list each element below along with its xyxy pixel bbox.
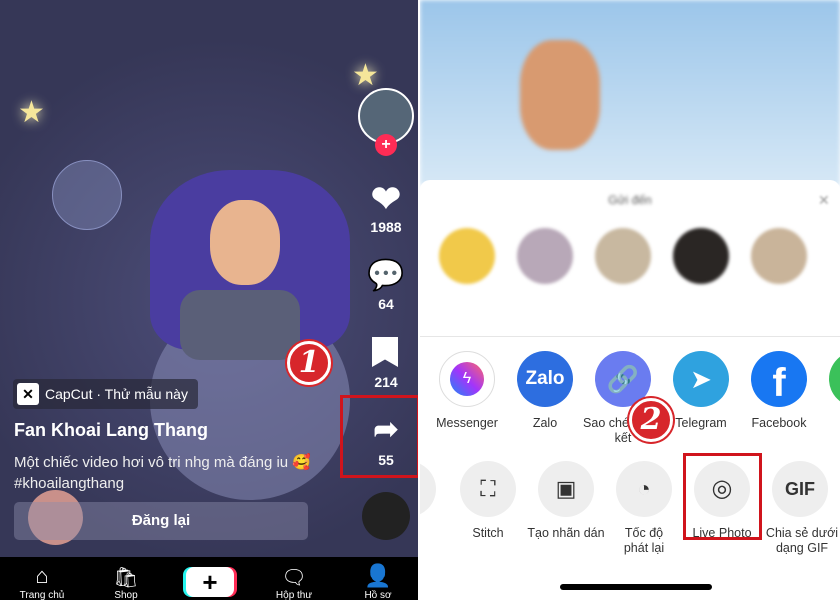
contact-avatar[interactable] — [595, 228, 651, 284]
planet-decoration — [52, 160, 122, 230]
sticker-icon[interactable]: ▣ — [538, 461, 594, 517]
comment-count: 64 — [378, 296, 394, 312]
close-icon[interactable]: ✕ — [818, 192, 830, 209]
nav-shop[interactable]: Shop — [84, 590, 168, 600]
nav-profile[interactable]: Hồ sơ — [336, 590, 418, 600]
save-count: 214 — [374, 374, 398, 390]
music-disc[interactable] — [362, 492, 410, 540]
video-subject — [520, 40, 600, 150]
author-name[interactable]: Fan Khoai Lang Thang — [14, 420, 208, 441]
video-background — [420, 0, 840, 185]
contact-avatar[interactable] — [751, 228, 807, 284]
sheet-title: Gửi đến — [608, 193, 652, 207]
home-icon[interactable]: ⌂ — [0, 563, 84, 589]
video-caption: Một chiếc video hơi vô tri nhg mà đáng i… — [14, 454, 311, 492]
bookmark-icon[interactable] — [372, 337, 398, 367]
stitch-label: Stitch — [472, 526, 504, 540]
messenger-icon: ϟ — [450, 362, 484, 396]
contact-avatar[interactable] — [439, 228, 495, 284]
inbox-icon[interactable]: 🗨 — [252, 565, 336, 590]
profile-icon[interactable]: 👤 — [336, 563, 418, 589]
comment-icon[interactable]: 💬 — [356, 258, 416, 293]
share-panel: Gửi đến ✕ ϟ Zalo 🔗 ➤ f Messenger Zalo Sa… — [420, 0, 840, 600]
step-badge-2: 2 — [629, 398, 673, 442]
facebook-label: Facebook — [751, 416, 807, 430]
share-count: 55 — [378, 452, 394, 468]
gif-icon[interactable]: GIF — [772, 461, 828, 517]
capcut-label: CapCut · Thử mẫu này — [45, 386, 188, 402]
home-indicator — [560, 584, 712, 590]
repost-button[interactable]: Đăng lại — [14, 502, 308, 540]
nav-home[interactable]: Trang chủ — [0, 590, 84, 600]
messenger-button[interactable]: ϟ — [439, 351, 495, 407]
create-button[interactable]: + — [186, 567, 234, 597]
step-badge-1: 1 — [287, 341, 331, 385]
speed-icon[interactable]: ◔ — [616, 461, 672, 517]
sticker-label: Tạo nhãn dán — [527, 526, 605, 540]
star-decoration: ★ — [352, 59, 379, 92]
gif-label: Chia sẻ dưới dạng GIF — [765, 526, 839, 555]
telegram-icon[interactable]: ➤ — [673, 351, 729, 407]
live-photo-highlight — [683, 453, 762, 540]
body — [180, 290, 300, 360]
speed-label: Tốc độ phát lại — [623, 526, 665, 555]
shop-icon[interactable]: 🛍 — [84, 565, 168, 590]
contact-avatar[interactable] — [673, 228, 729, 284]
facebook-icon[interactable]: f — [751, 351, 807, 407]
heart-icon[interactable]: ❤ — [356, 178, 416, 220]
zalo-icon[interactable]: Zalo — [517, 351, 573, 407]
stitch-icon[interactable]: ⛶ — [460, 461, 516, 517]
star-decoration: ★ — [18, 96, 45, 129]
video-panel: ★ ★ + ❤ 1988 💬 64 214 ➦ 55 1 ✕ CapCut · … — [0, 0, 418, 600]
capcut-template-link[interactable]: ✕ CapCut · Thử mẫu này — [13, 379, 198, 409]
share-icon[interactable]: ➦ — [356, 412, 416, 447]
like-count: 1988 — [370, 219, 402, 235]
divider — [420, 336, 840, 337]
face — [210, 200, 280, 285]
capcut-icon: ✕ — [17, 383, 39, 405]
messenger-label: Messenger — [436, 416, 498, 430]
contact-avatar[interactable] — [517, 228, 573, 284]
follow-plus-icon[interactable]: + — [375, 134, 397, 156]
telegram-label: Telegram — [675, 416, 727, 430]
zalo-label: Zalo — [532, 416, 558, 430]
nav-inbox[interactable]: Hộp thư — [252, 590, 336, 600]
